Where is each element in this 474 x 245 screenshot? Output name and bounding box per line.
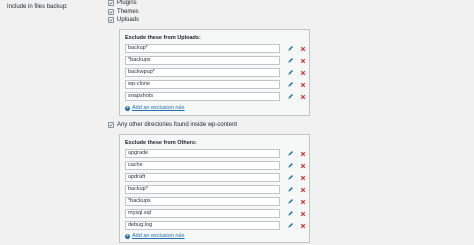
others-rule-input[interactable]: debug.log <box>125 221 280 230</box>
check-icon <box>109 1 113 5</box>
others-rule-row: debug.log <box>125 221 306 230</box>
delete-icon[interactable] <box>299 69 306 76</box>
delete-icon[interactable] <box>299 45 306 52</box>
others-exclusion-panel: Exclude these from Others: upgrade cache… <box>119 134 310 243</box>
pencil-icon[interactable] <box>287 222 294 229</box>
others-rule-row: *backups <box>125 197 306 206</box>
others-rule-row: mysql.sql <box>125 209 306 218</box>
plus-icon: + <box>125 232 130 239</box>
pencil-icon[interactable] <box>287 93 294 100</box>
themes-checkbox[interactable] <box>108 9 114 15</box>
uploads-exclusion-panel: Exclude these from Uploads: backup* *bac… <box>119 29 310 116</box>
pencil-icon[interactable] <box>287 81 294 88</box>
others-rule-input[interactable]: updraft <box>125 173 280 182</box>
delete-icon[interactable] <box>299 162 306 169</box>
delete-icon[interactable] <box>299 57 306 64</box>
others-rule-row: backup* <box>125 185 306 194</box>
include-files-label: Include in files backup: <box>7 4 68 10</box>
pencil-icon[interactable] <box>287 57 294 64</box>
uploads-rule-input[interactable]: backup* <box>125 44 280 53</box>
themes-checkbox-row[interactable]: Themes <box>108 9 139 15</box>
uploads-rule-row: wp-clone <box>125 80 306 89</box>
pencil-icon[interactable] <box>287 210 294 217</box>
delete-icon[interactable] <box>299 210 306 217</box>
others-rule-row: upgrade <box>125 149 306 158</box>
others-rule-input[interactable]: backup* <box>125 185 280 194</box>
uploads-add-exclusion-link[interactable]: + Add an exclusion rule <box>125 105 185 111</box>
pencil-icon[interactable] <box>287 162 294 169</box>
uploads-checkbox[interactable] <box>108 17 114 23</box>
uploads-rule-row: *backups <box>125 56 306 65</box>
delete-icon[interactable] <box>299 93 306 100</box>
others-checkbox[interactable] <box>108 122 114 128</box>
others-rule-row: cache <box>125 161 306 170</box>
uploads-label: Uploads <box>117 17 140 23</box>
others-rule-input[interactable]: mysql.sql <box>125 209 280 218</box>
others-rule-input[interactable]: *backups <box>125 197 280 206</box>
delete-icon[interactable] <box>299 81 306 88</box>
plugins-checkbox-row[interactable]: Plugins <box>108 0 137 6</box>
plugins-checkbox[interactable] <box>108 0 114 6</box>
check-icon <box>109 18 113 22</box>
pencil-icon[interactable] <box>287 174 294 181</box>
delete-icon[interactable] <box>299 150 306 157</box>
themes-label: Themes <box>117 9 139 15</box>
others-label: Any other directories found inside wp-co… <box>117 122 238 128</box>
others-rule-input[interactable]: cache <box>125 161 280 170</box>
uploads-rule-row: backwpup* <box>125 68 306 77</box>
others-panel-title: Exclude these from Others: <box>125 140 197 146</box>
others-add-exclusion-link[interactable]: + Add an exclusion rule <box>125 233 185 239</box>
pencil-icon[interactable] <box>287 69 294 76</box>
pencil-icon[interactable] <box>287 45 294 52</box>
pencil-icon[interactable] <box>287 198 294 205</box>
check-icon <box>109 10 113 14</box>
plus-icon: + <box>125 104 130 111</box>
uploads-checkbox-row[interactable]: Uploads <box>108 17 139 23</box>
delete-icon[interactable] <box>299 174 306 181</box>
delete-icon[interactable] <box>299 186 306 193</box>
others-checkbox-row[interactable]: Any other directories found inside wp-co… <box>108 122 237 128</box>
delete-icon[interactable] <box>299 222 306 229</box>
check-icon <box>109 123 113 127</box>
uploads-add-exclusion-label: Add an exclusion rule <box>132 105 185 111</box>
others-add-exclusion-label: Add an exclusion rule <box>132 233 185 239</box>
uploads-rule-input[interactable]: backwpup* <box>125 68 280 77</box>
uploads-rule-input[interactable]: wp-clone <box>125 80 280 89</box>
others-rule-input[interactable]: upgrade <box>125 149 280 158</box>
pencil-icon[interactable] <box>287 186 294 193</box>
uploads-rule-row: snapshots <box>125 92 306 101</box>
others-rule-row: updraft <box>125 173 306 182</box>
uploads-rule-input[interactable]: snapshots <box>125 92 280 101</box>
uploads-rule-row: backup* <box>125 44 306 53</box>
delete-icon[interactable] <box>299 198 306 205</box>
plugins-label: Plugins <box>117 0 137 6</box>
uploads-rule-input[interactable]: *backups <box>125 56 280 65</box>
uploads-panel-title: Exclude these from Uploads: <box>125 35 201 41</box>
pencil-icon[interactable] <box>287 150 294 157</box>
